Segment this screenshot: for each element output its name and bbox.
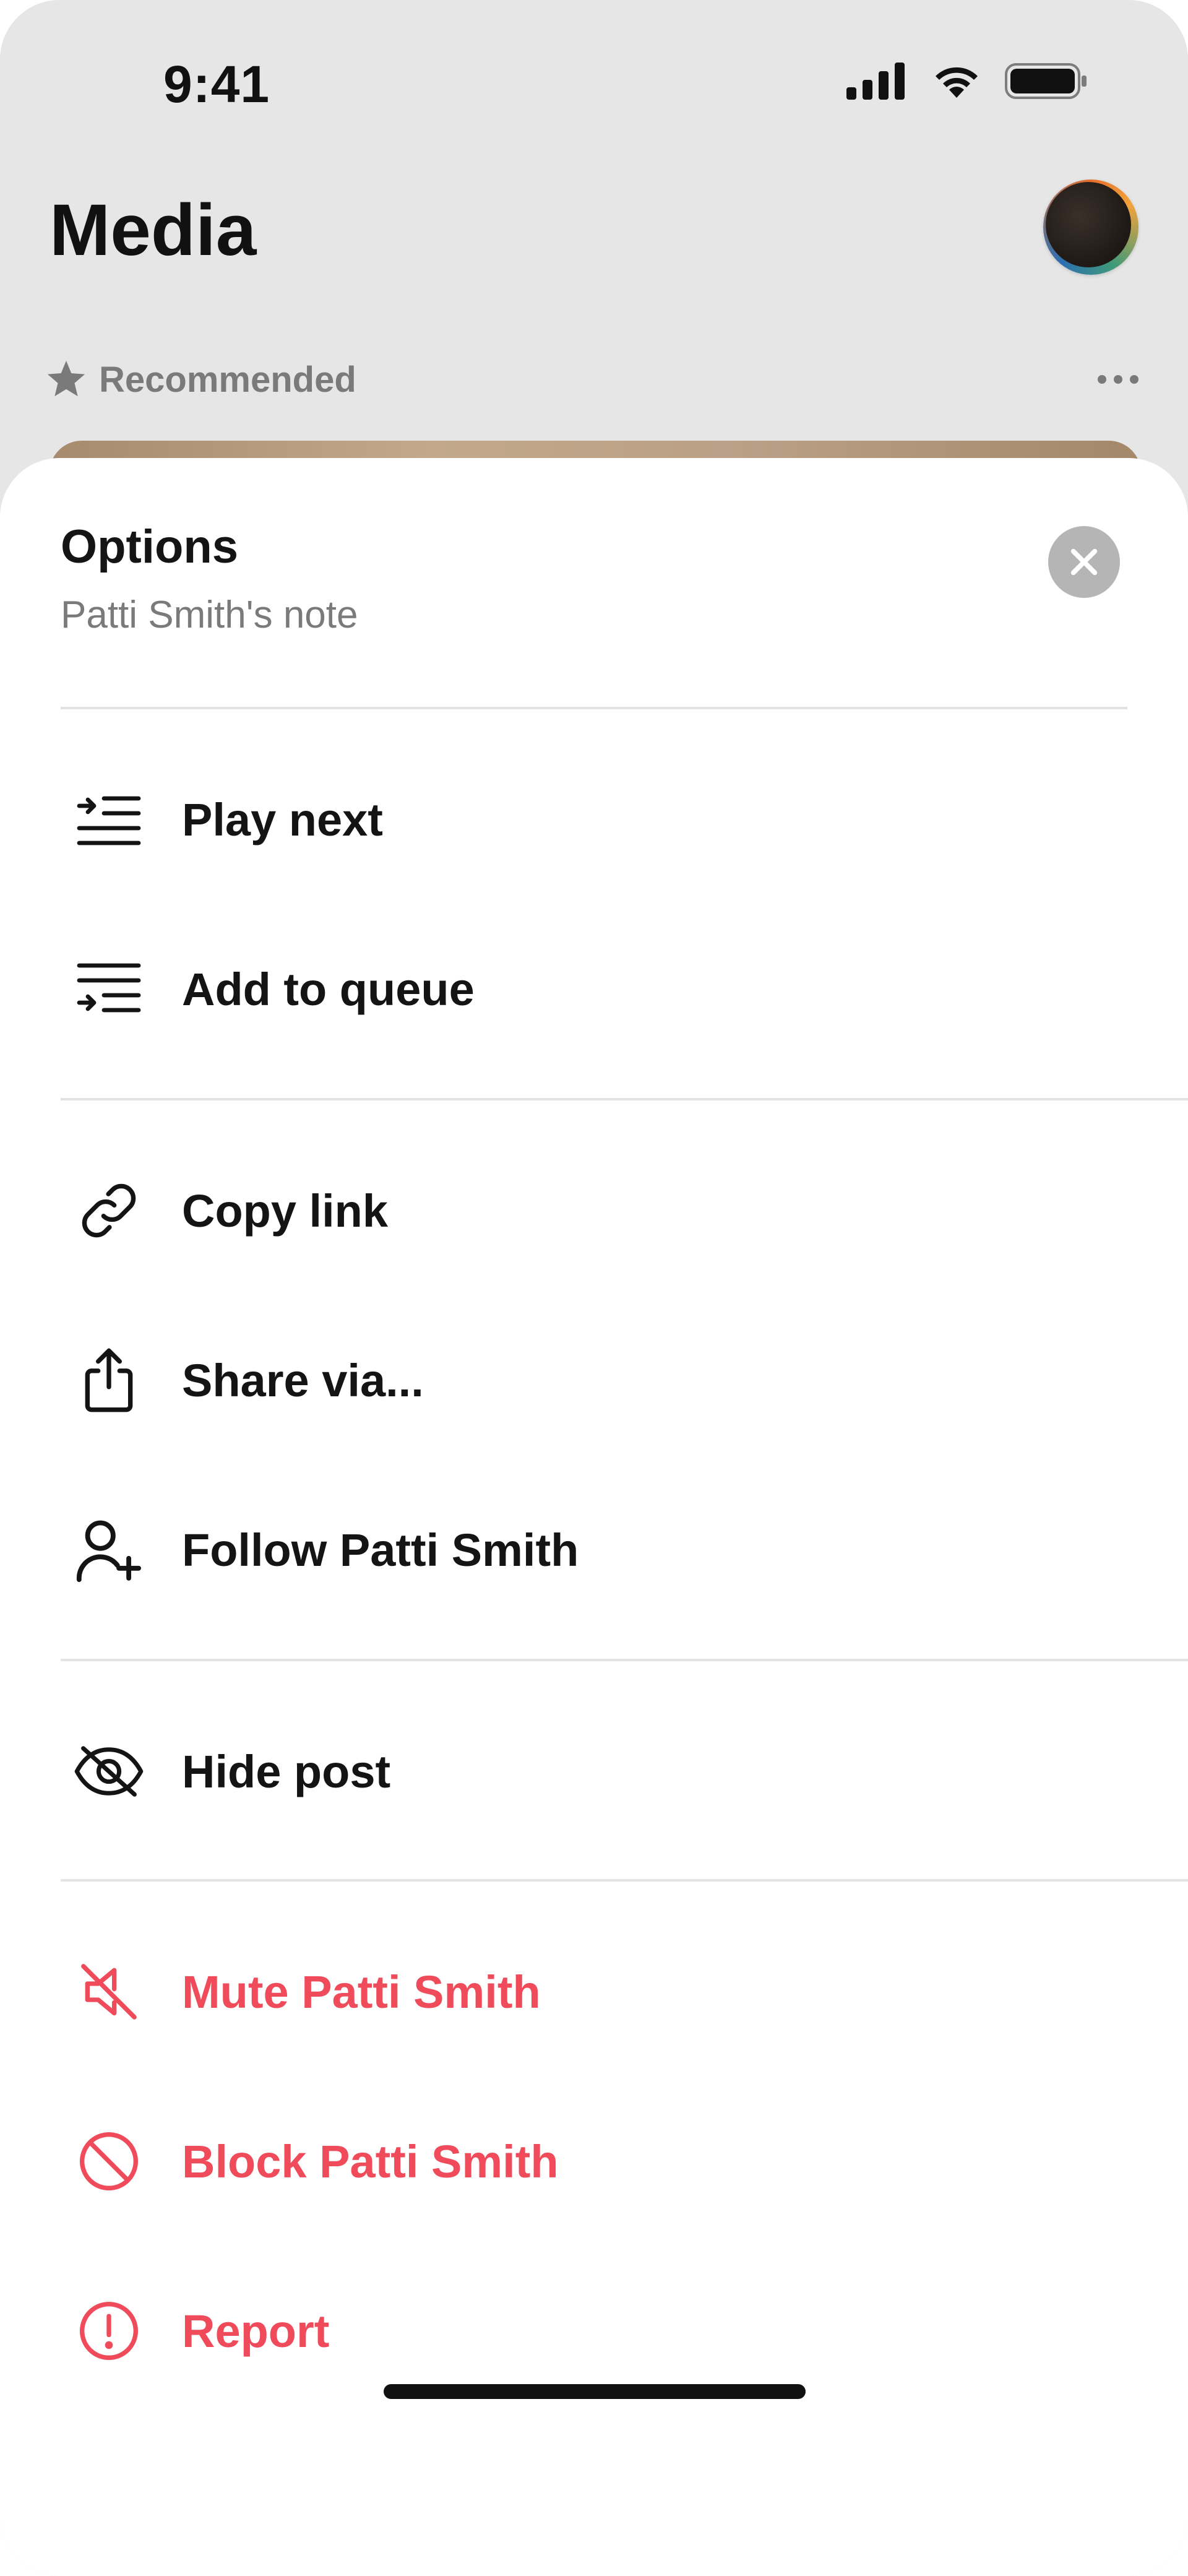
- status-time: 9:41: [163, 55, 270, 113]
- report-icon: [73, 2295, 145, 2367]
- menu-label-block: Block Patti Smith: [182, 2135, 559, 2187]
- more-icon[interactable]: [1098, 375, 1138, 384]
- link-icon: [73, 1175, 145, 1247]
- recommended-label: Recommended: [99, 359, 356, 400]
- follow-user-icon: [73, 1514, 145, 1586]
- menu-item-block[interactable]: Block Patti Smith: [0, 2099, 1188, 2223]
- menu-label-hide-post: Hide post: [182, 1745, 391, 1797]
- star-icon: [47, 360, 85, 397]
- menu-item-report[interactable]: Report: [0, 2269, 1188, 2393]
- divider: [61, 1659, 1188, 1661]
- phone-screen: 9:41 Media Recommended Options Patti Smi…: [0, 0, 1188, 2576]
- menu-label-follow: Follow Patti Smith: [182, 1524, 579, 1576]
- menu-item-follow[interactable]: Follow Patti Smith: [0, 1488, 1188, 1612]
- play-next-icon: [73, 784, 145, 855]
- menu-item-hide-post[interactable]: Hide post: [0, 1709, 1188, 1833]
- menu-label-copy-link: Copy link: [182, 1185, 389, 1237]
- cellular-signal-icon: [846, 63, 905, 100]
- share-icon: [73, 1344, 145, 1416]
- home-indicator[interactable]: [384, 2384, 806, 2399]
- menu-label-report: Report: [182, 2305, 330, 2357]
- divider: [61, 1098, 1188, 1100]
- menu-item-play-next[interactable]: Play next: [0, 758, 1188, 881]
- menu-label-add-to-queue: Add to queue: [182, 963, 475, 1015]
- close-icon: [1070, 548, 1098, 576]
- menu-item-add-to-queue[interactable]: Add to queue: [0, 927, 1188, 1051]
- add-to-queue-icon: [73, 953, 145, 1025]
- recommended-row: Recommended: [45, 358, 1138, 401]
- options-sheet: Options Patti Smith's note Play next Add…: [0, 458, 1188, 2576]
- hide-eye-icon: [73, 1735, 145, 1807]
- close-button[interactable]: [1048, 526, 1120, 598]
- sheet-title: Options: [61, 521, 239, 573]
- profile-avatar[interactable]: [1043, 179, 1138, 275]
- menu-item-mute[interactable]: Mute Patti Smith: [0, 1930, 1188, 2054]
- divider: [61, 707, 1127, 709]
- page-title: Media: [50, 189, 257, 271]
- wifi-icon: [936, 67, 978, 98]
- menu-item-copy-link[interactable]: Copy link: [0, 1149, 1188, 1273]
- block-icon: [73, 2125, 145, 2197]
- menu-label-share-via: Share via...: [182, 1354, 424, 1406]
- divider: [61, 1879, 1188, 1882]
- status-bar: 9:41: [0, 0, 1188, 173]
- menu-item-share-via[interactable]: Share via...: [0, 1318, 1188, 1442]
- mute-icon: [73, 1956, 145, 2028]
- sheet-subtitle: Patti Smith's note: [61, 594, 358, 636]
- status-icons: [846, 62, 1089, 100]
- menu-label-play-next: Play next: [182, 793, 383, 845]
- battery-icon: [1005, 63, 1087, 99]
- menu-label-mute: Mute Patti Smith: [182, 1966, 541, 2018]
